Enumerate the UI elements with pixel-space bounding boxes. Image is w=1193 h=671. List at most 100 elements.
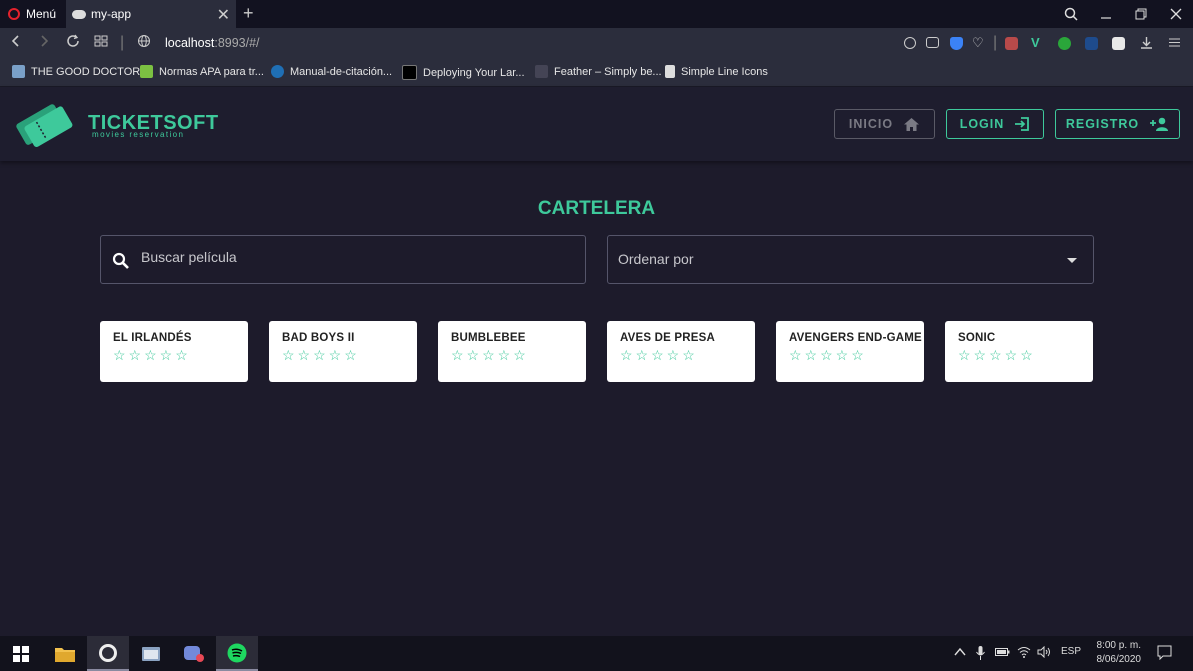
page-title: CARTELERA — [537, 198, 656, 219]
bookmark-favicon-icon — [140, 65, 153, 78]
close-window-icon[interactable] — [1159, 0, 1193, 28]
movie-card[interactable]: SONIC ☆☆☆☆☆ — [945, 321, 1093, 382]
bookmark-favicon-icon — [535, 65, 548, 78]
search-field[interactable] — [100, 235, 586, 284]
microphone-icon[interactable] — [976, 646, 985, 663]
login-button[interactable]: LOGIN — [946, 109, 1044, 139]
extension-cube-icon[interactable] — [1005, 37, 1018, 50]
bookmark-item[interactable]: Deploying Your Lar... — [402, 65, 525, 80]
bookmark-label: Simple Line Icons — [681, 65, 768, 78]
easy-setup-icon[interactable] — [1168, 36, 1181, 49]
movie-title: BAD BOYS II — [282, 332, 355, 344]
tab-title: my-app — [91, 7, 132, 21]
add-user-icon — [1150, 117, 1169, 131]
chevron-down-icon[interactable] — [1067, 258, 1077, 263]
movie-card[interactable]: AVES DE PRESA ☆☆☆☆☆ — [607, 321, 755, 382]
bookmark-item[interactable]: Simple Line Icons — [665, 65, 768, 78]
restore-icon[interactable] — [1124, 0, 1158, 28]
windows-logo-icon — [13, 645, 29, 662]
vue-devtools-icon[interactable]: V — [1031, 35, 1044, 50]
bookmark-favicon-icon — [12, 65, 25, 78]
bookmark-item[interactable]: Feather – Simply be... — [535, 65, 662, 78]
movie-card[interactable]: BAD BOYS II ☆☆☆☆☆ — [269, 321, 417, 382]
clock-time: 8:00 p. m. — [1096, 640, 1141, 651]
opera-logo-icon — [8, 8, 20, 20]
search-icon — [112, 252, 129, 269]
url-path: :8993/#/ — [214, 36, 260, 50]
rating-stars-icon[interactable]: ☆☆☆☆☆ — [958, 347, 1093, 364]
windows-taskbar: ESP 8:00 p. m. 8/06/2020 — [0, 636, 1193, 671]
search-input[interactable] — [139, 248, 563, 266]
divider: | — [120, 34, 125, 51]
home-icon — [904, 117, 920, 131]
sort-select-label: Ordenar por — [618, 251, 694, 267]
bookmark-label: Feather – Simply be... — [554, 65, 662, 78]
new-tab-button[interactable]: + — [243, 3, 254, 24]
emoji-icon[interactable] — [904, 37, 916, 49]
movie-title: SONIC — [958, 332, 996, 344]
bookmark-label: Normas APA para tr... — [159, 65, 264, 78]
tab-my-app[interactable]: my-app ✕ — [66, 0, 236, 28]
grammarly-icon[interactable] — [1058, 37, 1071, 50]
bookmark-item[interactable]: THE GOOD DOCTOR — [12, 65, 140, 78]
clock-date: 8/06/2020 — [1096, 654, 1142, 665]
back-icon[interactable] — [10, 34, 22, 53]
camera-icon[interactable] — [926, 37, 939, 48]
bookmark-item[interactable]: Normas APA para tr... — [140, 65, 264, 78]
forward-icon[interactable] — [38, 34, 50, 53]
menu-label: Menú — [26, 7, 57, 21]
volume-icon[interactable] — [1037, 645, 1051, 661]
battery-icon[interactable] — [995, 646, 1010, 660]
bookmark-favicon-icon — [665, 65, 675, 78]
system-clock[interactable]: 8:00 p. m. 8/06/2020 — [1097, 639, 1142, 667]
extension-box-icon[interactable] — [1112, 37, 1125, 50]
rating-stars-icon[interactable]: ☆☆☆☆☆ — [620, 347, 755, 364]
heart-icon[interactable]: ♡ — [972, 35, 985, 50]
movie-title: AVENGERS END-GAME — [789, 332, 922, 344]
minimize-icon[interactable] — [1089, 0, 1123, 28]
rating-stars-icon[interactable]: ☆☆☆☆☆ — [789, 347, 924, 364]
speed-dial-icon[interactable] — [94, 34, 108, 53]
discord-icon[interactable] — [173, 636, 215, 671]
search-tabs-icon[interactable] — [1054, 0, 1088, 28]
login-icon — [1015, 117, 1030, 131]
app-header: TICKETSOFT movies reservation INICIO LOG… — [0, 87, 1193, 161]
brand-tagline: movies reservation — [92, 130, 185, 139]
movie-card[interactable]: EL IRLANDÉS ☆☆☆☆☆ — [100, 321, 248, 382]
spotify-icon[interactable] — [216, 636, 258, 671]
bookmarks-bar: THE GOOD DOCTOR Normas APA para tr... Ma… — [0, 60, 1193, 87]
sort-select[interactable]: Ordenar por — [607, 235, 1094, 284]
tab-close-icon[interactable]: ✕ — [217, 5, 230, 25]
opera-taskbar-icon[interactable] — [87, 636, 129, 671]
ticket-logo-icon[interactable] — [14, 97, 80, 153]
bookmark-label: Deploying Your Lar... — [423, 66, 525, 79]
movie-title: AVES DE PRESA — [620, 332, 716, 344]
chevron-up-icon[interactable] — [954, 646, 966, 660]
url-field[interactable]: localhost:8993/#/ — [165, 36, 260, 50]
bookmark-item[interactable]: Manual-de-citación... — [271, 65, 392, 78]
wifi-icon[interactable] — [1017, 646, 1031, 661]
cloud-icon — [72, 9, 86, 19]
vpn-shield-icon[interactable] — [950, 37, 963, 50]
movie-card[interactable]: BUMBLEBEE ☆☆☆☆☆ — [438, 321, 586, 382]
rating-stars-icon[interactable]: ☆☆☆☆☆ — [282, 347, 417, 364]
notifications-icon[interactable] — [1157, 645, 1172, 663]
inicio-label: INICIO — [848, 117, 894, 131]
bookmark-favicon-icon — [402, 65, 417, 80]
opera-menu-button[interactable]: Menú — [0, 0, 56, 28]
app-window-icon[interactable] — [130, 636, 172, 671]
start-button[interactable] — [0, 636, 42, 671]
extension-square-icon[interactable] — [1085, 37, 1098, 50]
download-icon[interactable] — [1140, 36, 1153, 49]
address-bar: | localhost:8993/#/ ♡ | V — [0, 28, 1193, 60]
login-label: LOGIN — [959, 117, 1005, 131]
rating-stars-icon[interactable]: ☆☆☆☆☆ — [113, 347, 248, 364]
movie-card[interactable]: AVENGERS END-GAME ☆☆☆☆☆ — [776, 321, 924, 382]
file-explorer-icon[interactable] — [44, 636, 86, 671]
globe-icon[interactable] — [137, 34, 151, 53]
registro-button[interactable]: REGISTRO — [1055, 109, 1180, 139]
rating-stars-icon[interactable]: ☆☆☆☆☆ — [451, 347, 586, 364]
inicio-button[interactable]: INICIO — [834, 109, 935, 139]
language-indicator[interactable]: ESP — [1061, 646, 1081, 657]
reload-icon[interactable] — [66, 34, 80, 53]
